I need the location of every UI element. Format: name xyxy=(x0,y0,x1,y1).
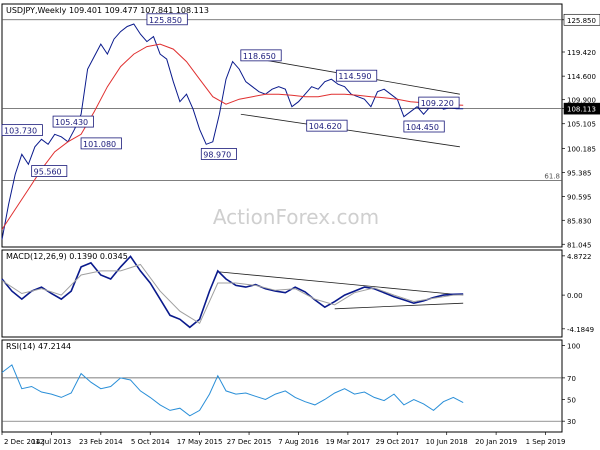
price-annotation: 95.560 xyxy=(34,168,62,177)
price-ytick-label: 105.105 xyxy=(567,121,596,129)
x-tick-label: 20 Jan 2019 xyxy=(475,438,517,446)
price-annotation: 104.450 xyxy=(406,123,439,132)
price-ytick-label: 108.113 xyxy=(567,106,596,114)
price-ytick-label: 119.420 xyxy=(567,49,596,57)
price-annotation: 103.730 xyxy=(4,127,37,136)
price-annotation: 118.650 xyxy=(243,52,276,61)
price-annotation: 125.850 xyxy=(149,16,182,25)
x-tick-label: 19 Mar 2017 xyxy=(326,438,370,446)
watermark: ActionForex.com xyxy=(213,205,379,229)
price-annotation: 98.970 xyxy=(203,150,231,159)
price-ytick-label: 114.600 xyxy=(567,73,596,81)
x-tick-label: 27 Dec 2015 xyxy=(227,438,272,446)
price-hline-label: 61.8 xyxy=(544,172,560,180)
rsi-ytick-label: 70 xyxy=(567,375,576,383)
macd-panel-frame xyxy=(1,249,563,338)
x-tick-label: 29 Oct 2017 xyxy=(376,438,419,446)
macd-ytick-label: 0.00 xyxy=(567,292,583,300)
price-annotation: 105.430 xyxy=(55,118,88,127)
macd-ytick-label: 4.8722 xyxy=(567,253,592,261)
x-tick-label: 1 Sep 2019 xyxy=(526,438,566,446)
x-axis: 2 Dec 201214 Jul 2013 23 Feb 2014 5 Oct 20… xyxy=(1,432,566,446)
macd-ytick-label: -4.1849 xyxy=(567,326,594,334)
rsi-ytick-label: 100 xyxy=(567,342,580,350)
x-tick-label: 17 May 2015 xyxy=(177,438,223,446)
price-ytick-label: 95.385 xyxy=(567,169,592,177)
x-tick-label: 14 Jul 2013 xyxy=(32,438,72,446)
price-annotation: 114.590 xyxy=(338,72,371,81)
rsi-title: RSI(14) 47.2144 xyxy=(6,342,71,351)
price-annotation: 109.220 xyxy=(421,99,454,108)
x-tick-label: 5 Oct 2014 xyxy=(131,438,170,446)
x-tick-label: 7 Aug 2016 xyxy=(278,438,319,446)
price-ytick-label: 81.045 xyxy=(567,241,592,249)
x-tick-label: 10 Jun 2018 xyxy=(426,438,468,446)
x-tick-label: 23 Feb 2014 xyxy=(79,438,123,446)
rsi-ytick-label: 30 xyxy=(567,418,576,426)
price-annotation: 104.620 xyxy=(309,122,342,131)
price-ytick-label: 90.595 xyxy=(567,193,592,201)
price-annotation: 101.080 xyxy=(83,140,116,149)
rsi-ytick-label: 50 xyxy=(567,397,576,405)
chart-canvas: 61.8125.850119.420114.600109.900108.1131… xyxy=(1,3,600,446)
price-ytick-label: 100.185 xyxy=(567,145,596,153)
price-title: USDJPY,Weekly 109.401 109.477 107.841 10… xyxy=(6,6,209,15)
rsi-panel-frame xyxy=(1,339,563,433)
price-ytick-label: 85.830 xyxy=(567,217,592,225)
macd-title: MACD(12,26,9) 0.1390 0.0345 xyxy=(6,252,128,261)
price-ytick-label: 125.850 xyxy=(567,17,596,25)
